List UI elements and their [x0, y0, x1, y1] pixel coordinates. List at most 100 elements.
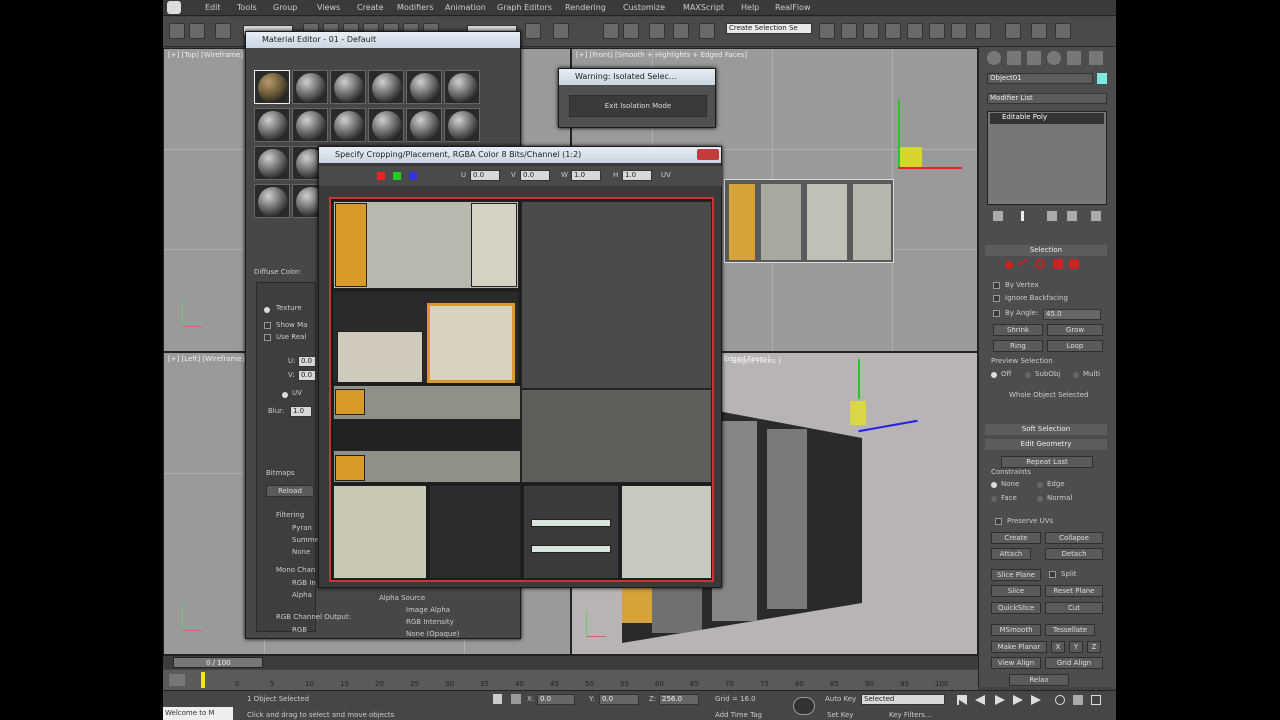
angle-snap-icon[interactable] [623, 23, 639, 39]
key-filters-button[interactable]: Key Filters... [889, 711, 932, 719]
ring-button[interactable]: Ring [993, 340, 1043, 352]
align-icon[interactable] [841, 23, 857, 39]
key-mode-icon[interactable] [793, 697, 815, 715]
slice-button[interactable]: Slice [991, 585, 1041, 597]
menu-rendering[interactable]: Rendering [565, 3, 606, 12]
rendered-frame-icon[interactable] [1005, 23, 1021, 39]
menu-create[interactable]: Create [357, 3, 384, 12]
rgb-intensity-label[interactable]: RGB In [292, 579, 316, 587]
constraint-normal-radio[interactable] [1037, 496, 1043, 502]
undo-icon[interactable] [169, 23, 185, 39]
x-coordinate-input[interactable]: 0.0 [537, 694, 575, 705]
border-mode-icon[interactable] [1035, 259, 1045, 269]
by-vertex-checkbox[interactable] [993, 282, 1000, 289]
planar-y-button[interactable]: Y [1069, 641, 1083, 653]
crop-u-input[interactable]: 0.0 [470, 170, 500, 181]
y-coordinate-input[interactable]: 0.0 [599, 694, 639, 705]
quickslice-button[interactable]: QuickSlice [991, 602, 1041, 614]
edit-geometry-rollout-header[interactable]: Edit Geometry [985, 439, 1107, 450]
crop-h-input[interactable]: 1.0 [622, 170, 652, 181]
detach-button[interactable]: Detach [1045, 548, 1103, 560]
edged-faces-label[interactable]: Edged Faces ] [732, 357, 781, 365]
texture-preview[interactable] [329, 197, 714, 582]
menu-edit[interactable]: Edit [205, 3, 221, 12]
msmooth-button[interactable]: MSmooth [991, 624, 1041, 636]
grow-button[interactable]: Grow [1047, 324, 1103, 336]
ignore-backfacing-checkbox[interactable] [993, 295, 1000, 302]
pan-icon[interactable] [1073, 695, 1083, 705]
element-mode-icon[interactable] [1069, 259, 1079, 269]
front-view-mesh[interactable] [724, 179, 894, 263]
rgb-intensity-full-label[interactable]: RGB Intensity [406, 618, 454, 626]
viewport-front-label[interactable]: [+] [Front] [Smooth + Highlights + Edged… [576, 51, 747, 59]
menu-maxscript[interactable]: MAXScript [683, 3, 724, 12]
viewport-left-label[interactable]: [+] [Left] [Wireframe] [168, 355, 244, 363]
none-opaque-label[interactable]: None (Opaque) [406, 630, 459, 638]
curve-editor-icon[interactable] [907, 23, 923, 39]
summed-label[interactable]: Summe [292, 536, 319, 544]
none-label[interactable]: None [292, 548, 310, 556]
set-key-button[interactable]: Set Key [827, 711, 853, 719]
repeat-last-button[interactable]: Repeat Last [1001, 456, 1093, 468]
edge-mode-icon[interactable] [1017, 259, 1031, 271]
go-to-end-icon[interactable] [1031, 695, 1041, 705]
menu-help[interactable]: Help [741, 3, 759, 12]
previous-frame-icon[interactable] [975, 695, 985, 705]
hierarchy-tab-icon[interactable] [1027, 51, 1041, 65]
menu-group[interactable]: Group [273, 3, 297, 12]
material-slot[interactable] [254, 146, 290, 180]
time-slider[interactable]: 0 / 100 [163, 655, 978, 669]
loop-button[interactable]: Loop [1047, 340, 1103, 352]
modify-tab-icon[interactable] [1007, 51, 1021, 65]
grid-align-button[interactable]: Grid Align [1045, 657, 1103, 669]
by-angle-checkbox[interactable] [993, 310, 1000, 317]
orbit-icon[interactable] [1091, 695, 1101, 705]
polygon-mode-icon[interactable] [1053, 259, 1063, 269]
material-slot[interactable] [254, 184, 290, 218]
named-selection-set-dropdown[interactable]: Create Selection Se [726, 23, 812, 34]
planar-z-button[interactable]: Z [1087, 641, 1101, 653]
constraint-face-radio[interactable] [991, 496, 997, 502]
selection-rollout-header[interactable]: Selection [985, 245, 1107, 256]
percent-snap-icon[interactable] [649, 23, 665, 39]
make-planar-button[interactable]: Make Planar [991, 641, 1047, 653]
blue-channel-icon[interactable] [409, 172, 417, 180]
menu-realflow[interactable]: RealFlow [775, 3, 811, 12]
material-slot[interactable] [292, 70, 328, 104]
maxscript-listener[interactable]: Welcome to M [163, 707, 233, 720]
material-editor-icon[interactable] [951, 23, 967, 39]
menu-graph-editors[interactable]: Graph Editors [497, 3, 552, 12]
menu-modifiers[interactable]: Modifiers [397, 3, 434, 12]
spinner-snap-icon[interactable] [673, 23, 689, 39]
use-real-checkbox[interactable] [264, 334, 271, 341]
pin-stack-icon[interactable] [993, 211, 1003, 221]
schematic-view-icon[interactable] [929, 23, 945, 39]
material-slot[interactable] [406, 70, 442, 104]
render-setup-icon[interactable] [975, 23, 991, 39]
uv-radio[interactable] [282, 392, 288, 398]
texture-radio[interactable] [264, 307, 270, 313]
slice-plane-button[interactable]: Slice Plane [991, 569, 1041, 581]
vertex-mode-icon[interactable] [1005, 261, 1013, 269]
crop-close-button[interactable] [697, 149, 719, 160]
modifier-list-dropdown[interactable]: Modifier List [987, 93, 1107, 104]
app-logo-icon[interactable] [167, 1, 181, 14]
next-frame-icon[interactable] [1013, 695, 1023, 705]
reload-button[interactable]: Reload [266, 485, 314, 497]
remove-modifier-icon[interactable] [1067, 211, 1077, 221]
pyramidal-label[interactable]: Pyran [292, 524, 312, 532]
select-manipulate-icon[interactable] [553, 23, 569, 39]
crop-w-input[interactable]: 1.0 [571, 170, 601, 181]
material-slot[interactable] [292, 108, 328, 142]
show-map-checkbox[interactable] [264, 322, 271, 329]
redo-icon[interactable] [189, 23, 205, 39]
rgb-label[interactable]: RGB [292, 626, 307, 634]
material-slot[interactable] [254, 70, 290, 104]
pivot-icon[interactable] [525, 23, 541, 39]
red-channel-icon[interactable] [377, 172, 385, 180]
attach-button[interactable]: Attach [991, 548, 1031, 560]
tessellate-button[interactable]: Tessellate [1045, 624, 1095, 636]
constraint-edge-radio[interactable] [1037, 482, 1043, 488]
zoom-icon[interactable] [1055, 695, 1065, 705]
create-tab-icon[interactable] [987, 51, 1001, 65]
